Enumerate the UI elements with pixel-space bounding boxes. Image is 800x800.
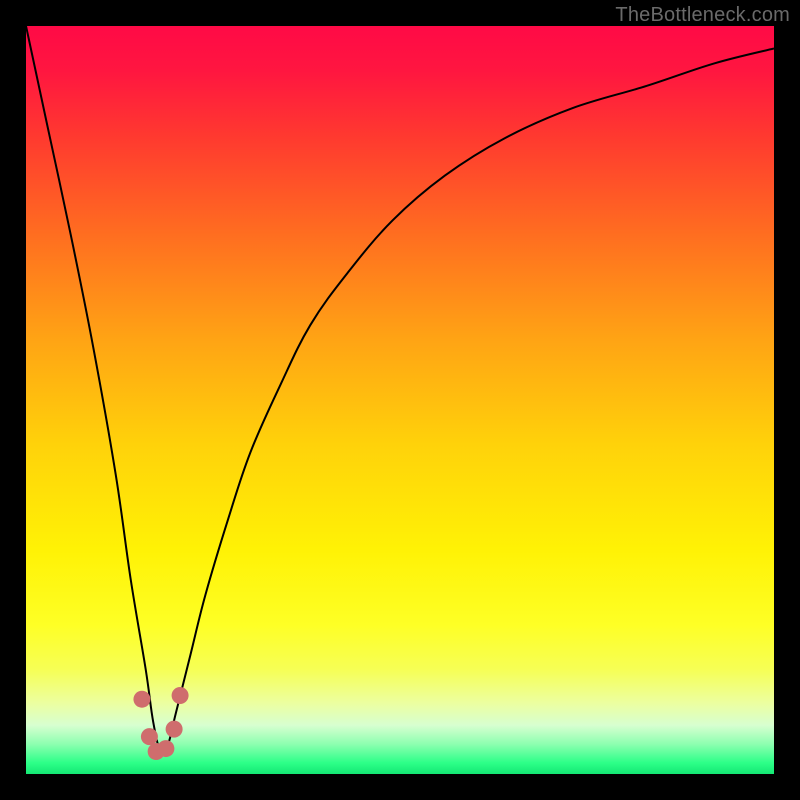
marker-dot: [141, 728, 158, 745]
gradient-background: [26, 26, 774, 774]
bottleneck-chart: [26, 26, 774, 774]
marker-dot: [133, 691, 150, 708]
plot-area: [26, 26, 774, 774]
marker-dot: [172, 687, 189, 704]
marker-dot: [157, 740, 174, 757]
outer-frame: TheBottleneck.com: [0, 0, 800, 800]
marker-dot: [166, 721, 183, 738]
attribution-text: TheBottleneck.com: [615, 4, 790, 27]
